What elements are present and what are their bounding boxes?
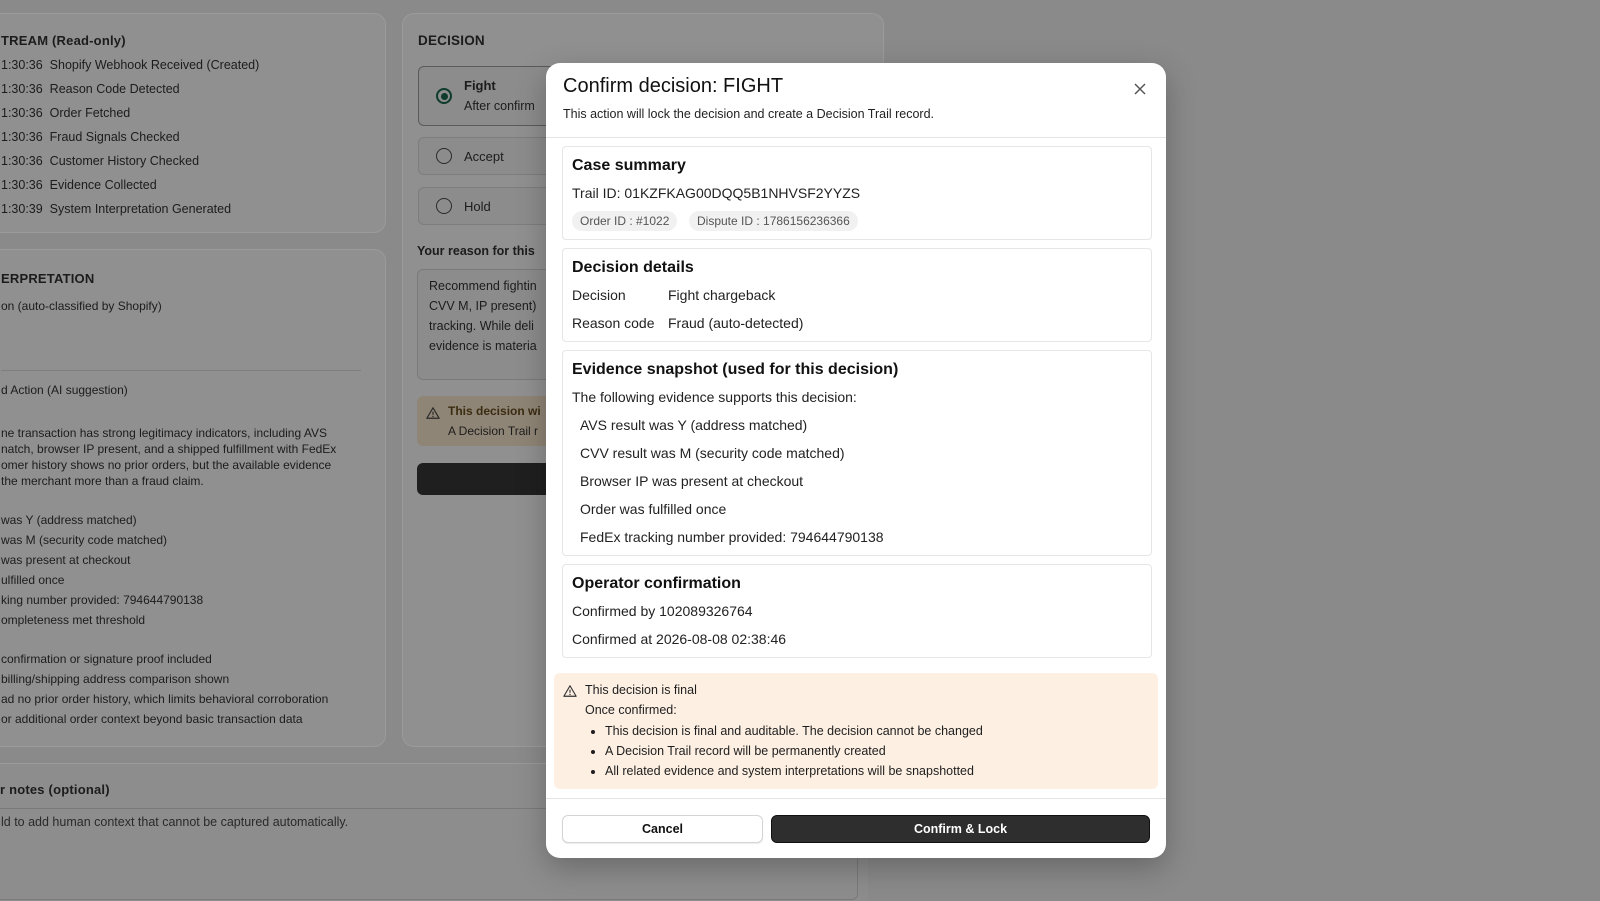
interpretation-title: ERPRETATION [1,271,95,286]
decision-value: Fight chargeback [668,287,776,303]
summary-line: natch, browser IP present, and a shipped… [1,442,337,456]
option-label: Accept [464,149,504,164]
modal-subtitle: This action will lock the decision and c… [563,107,935,121]
confirmed-by: Confirmed by 102089326764 [572,603,753,619]
cancel-button[interactable]: Cancel [562,815,763,843]
decision-details-heading: Decision details [572,259,694,276]
confirm-lock-button[interactable]: Confirm & Lock [771,815,1150,843]
reason-line: tracking. While deli [429,319,534,333]
option-label: Hold [464,199,491,214]
warning-subtitle: A Decision Trail r [448,424,539,438]
case-summary-heading: Case summary [572,157,686,174]
interpretation-card: ERPRETATION on (auto-classified by Shopi… [0,249,386,747]
event-row: 1:30:36 Reason Code Detected [1,82,180,96]
reason-line: evidence is materia [429,339,537,353]
recommended-action-label: d Action (AI suggestion) [1,383,128,397]
reason-line: CVV M, IP present) [429,299,537,313]
warning-bullet: A Decision Trail record will be permanen… [605,741,983,761]
divider [1,370,361,371]
notes-title: r notes (optional) [0,782,110,797]
event-row: 1:30:39 System Interpretation Generated [1,202,232,216]
evidence-item: CVV result was M (security code matched) [580,445,845,461]
header-divider [546,137,1166,138]
reason-label: Your reason for this [417,244,535,258]
event-row: 1:30:36 Order Fetched [1,106,131,120]
evidence-item: Order was fulfilled once [580,501,727,517]
event-stream-card: TREAM (Read-only) 1:30:36 Shopify Webhoo… [0,13,386,233]
notes-placeholder: ld to add human context that cannot be c… [1,815,349,829]
evidence-intro: The following evidence supports this dec… [572,389,857,405]
evidence-snapshot-heading: Evidence snapshot (used for this decisio… [572,361,899,378]
decision-label: Decision [572,287,626,303]
footer-divider [546,798,1166,799]
confirmed-at: Confirmed at 2026-08-08 02:38:46 [572,631,787,647]
gap-line: confirmation or signature proof included [1,652,212,666]
radio-icon[interactable] [436,148,452,164]
summary-line: omer history shows no prior orders, but … [1,458,332,472]
evidence-line: king number provided: 794644790138 [1,593,204,607]
dispute-id-chip: Dispute ID : 1786156236366 [689,211,858,231]
operator-confirmation-section: Operator confirmation Confirmed by 10208… [562,564,1152,658]
warning-title: This decision is final [585,683,697,697]
gap-line: or additional order context beyond basic… [1,712,303,726]
warning-icon [563,685,577,697]
event-row: 1:30:36 Customer History Checked [1,154,200,168]
decision-details-section: Decision details Decision Fight chargeba… [562,248,1152,342]
warning-bullet: All related evidence and system interpre… [605,761,983,781]
evidence-line: was present at checkout [1,553,131,567]
event-stream-title: TREAM (Read-only) [1,33,126,48]
reason-classification: on (auto-classified by Shopify) [1,299,162,313]
radio-icon[interactable] [436,198,452,214]
evidence-item: FedEx tracking number provided: 79464479… [580,529,884,545]
evidence-item: Browser IP was present at checkout [580,473,804,489]
warning-icon [426,407,440,419]
warning-title: This decision wi [448,404,541,418]
summary-line: the merchant more than a fraud claim. [1,474,204,488]
order-id-chip: Order ID : #1022 [572,211,678,231]
modal-title: Confirm decision: FIGHT [563,75,784,97]
reason-code-label: Reason code [572,315,655,331]
option-sublabel: After confirm [464,99,535,113]
evidence-line: ulfilled once [1,573,65,587]
gap-line: ad no prior order history, which limits … [1,692,329,706]
case-summary-section: Case summary Trail ID: 01KZFKAG00DQQ5B1N… [562,146,1152,240]
warning-list: This decision is final and auditable. Th… [585,721,983,781]
evidence-line: was M (security code matched) [1,533,168,547]
evidence-snapshot-section: Evidence snapshot (used for this decisio… [562,350,1152,556]
evidence-line: was Y (address matched) [1,513,137,527]
reason-line: Recommend fightin [429,279,537,293]
trail-id: Trail ID: 01KZFKAG00DQQ5B1NHVSF2YYZS [572,185,861,201]
reason-code-value: Fraud (auto-detected) [668,315,804,331]
radio-selected-icon[interactable] [436,88,452,104]
warning-bullet: This decision is final and auditable. Th… [605,721,983,741]
decision-title: DECISION [418,33,485,48]
evidence-line: ompleteness met threshold [1,613,146,627]
gap-line: billing/shipping address comparison show… [1,672,230,686]
close-icon[interactable] [1130,79,1150,99]
summary-line: ne transaction has strong legitimacy ind… [1,426,327,440]
event-row: 1:30:36 Fraud Signals Checked [1,130,180,144]
option-label: Fight [464,78,496,93]
operator-confirmation-heading: Operator confirmation [572,575,741,592]
evidence-item: AVS result was Y (address matched) [580,417,808,433]
warning-lead: Once confirmed: [585,703,677,717]
event-row: 1:30:36 Evidence Collected [1,178,157,192]
confirm-decision-modal: Confirm decision: FIGHT This action will… [546,63,1166,858]
final-warning-box: This decision is final Once confirmed: T… [554,673,1158,789]
event-row: 1:30:36 Shopify Webhook Received (Create… [1,58,260,72]
